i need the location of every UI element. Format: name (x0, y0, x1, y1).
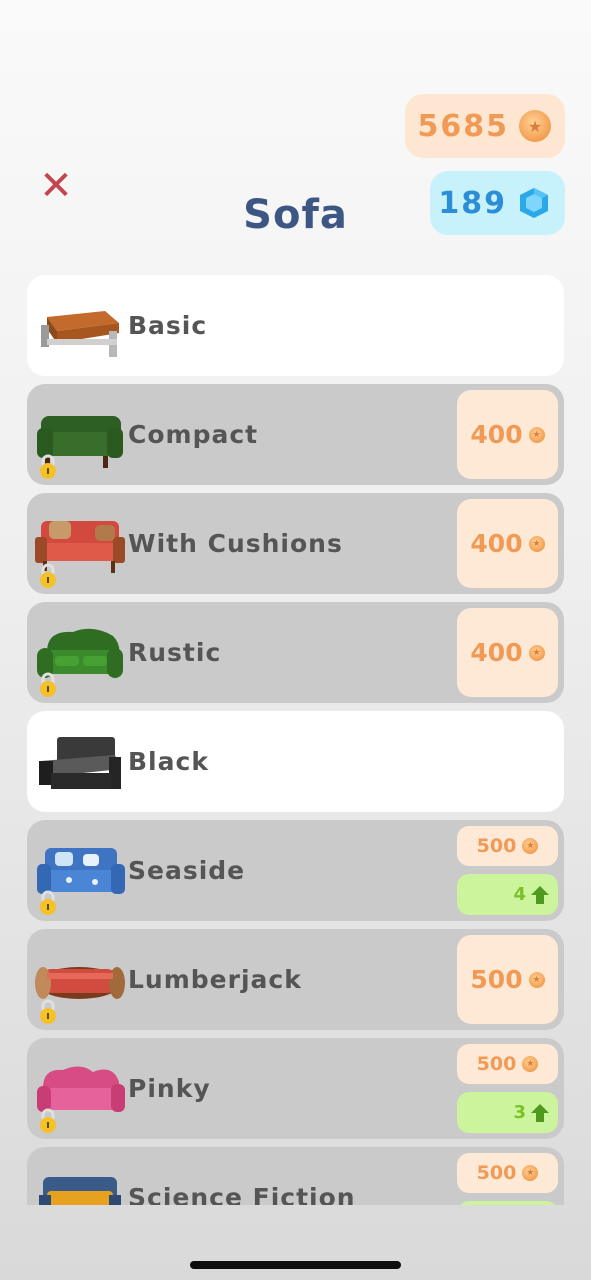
level-requirement: 3 (457, 1092, 558, 1133)
buy-button[interactable]: 400 (457, 608, 558, 697)
sofa-basic-image (41, 311, 119, 357)
level-requirement: 4 (457, 874, 558, 915)
home-indicator[interactable] (190, 1261, 401, 1269)
lock-icon (40, 1108, 56, 1133)
arrow-up-icon (531, 885, 549, 904)
price: 400 (470, 638, 523, 667)
list-item[interactable]: Seaside 500 4 (27, 820, 564, 921)
coin-icon (522, 1056, 539, 1072)
buy-button[interactable]: 500 (457, 1044, 558, 1084)
coin-icon (522, 1165, 539, 1181)
list-item[interactable]: Science Fiction 500 (27, 1147, 564, 1205)
coin-balance: 5685 (405, 94, 565, 158)
buy-button[interactable]: 500 (457, 935, 558, 1024)
item-name: Lumberjack (128, 965, 302, 994)
level-value: 4 (513, 884, 526, 905)
level-requirement (457, 1201, 558, 1205)
lock-icon (40, 999, 56, 1024)
price: 500 (476, 1053, 517, 1075)
buy-button[interactable]: 400 (457, 390, 558, 479)
sofa-black-image (39, 737, 121, 789)
price: 400 (470, 529, 523, 558)
price: 500 (476, 1162, 517, 1184)
buy-button[interactable]: 500 (457, 826, 558, 866)
coin-icon (528, 644, 545, 661)
item-name: Science Fiction (128, 1183, 356, 1205)
coin-icon (519, 110, 551, 142)
buy-button[interactable]: 400 (457, 499, 558, 588)
item-name: Rustic (128, 638, 222, 667)
price: 400 (470, 420, 523, 449)
arrow-up-icon (531, 1103, 549, 1122)
coin-icon (522, 838, 539, 854)
coin-count: 5685 (417, 108, 509, 144)
price: 500 (470, 965, 523, 994)
sofa-list[interactable]: Basic Compact 400 ★ With Cushions 400 ★ … (27, 275, 564, 1205)
list-item[interactable]: Compact 400 (27, 384, 564, 485)
item-name: With Cushions (128, 529, 343, 558)
list-item[interactable]: Rustic 400 (27, 602, 564, 703)
item-name: Basic (128, 311, 208, 340)
list-item[interactable]: Basic (27, 275, 564, 376)
lock-icon (40, 563, 56, 588)
buy-button[interactable]: 500 (457, 1153, 558, 1193)
lock-icon (40, 890, 56, 915)
level-value: 3 (513, 1102, 526, 1123)
item-name: Seaside (128, 856, 246, 885)
item-name: Compact (128, 420, 259, 449)
coin-icon (528, 535, 545, 552)
page-title: Sofa (243, 192, 348, 238)
list-item[interactable]: With Cushions 400 (27, 493, 564, 594)
list-item[interactable]: Lumberjack 500 (27, 929, 564, 1030)
coin-icon (528, 426, 545, 443)
item-name: Pinky (128, 1074, 211, 1103)
list-item[interactable]: Pinky 500 3 (27, 1038, 564, 1139)
lock-icon (40, 672, 56, 697)
item-name: Black (128, 747, 209, 776)
price: 500 (476, 835, 517, 857)
list-item[interactable]: Black (27, 711, 564, 812)
sofa-science-fiction-image (39, 1177, 121, 1205)
lock-icon (40, 454, 56, 479)
coin-icon (528, 971, 545, 988)
